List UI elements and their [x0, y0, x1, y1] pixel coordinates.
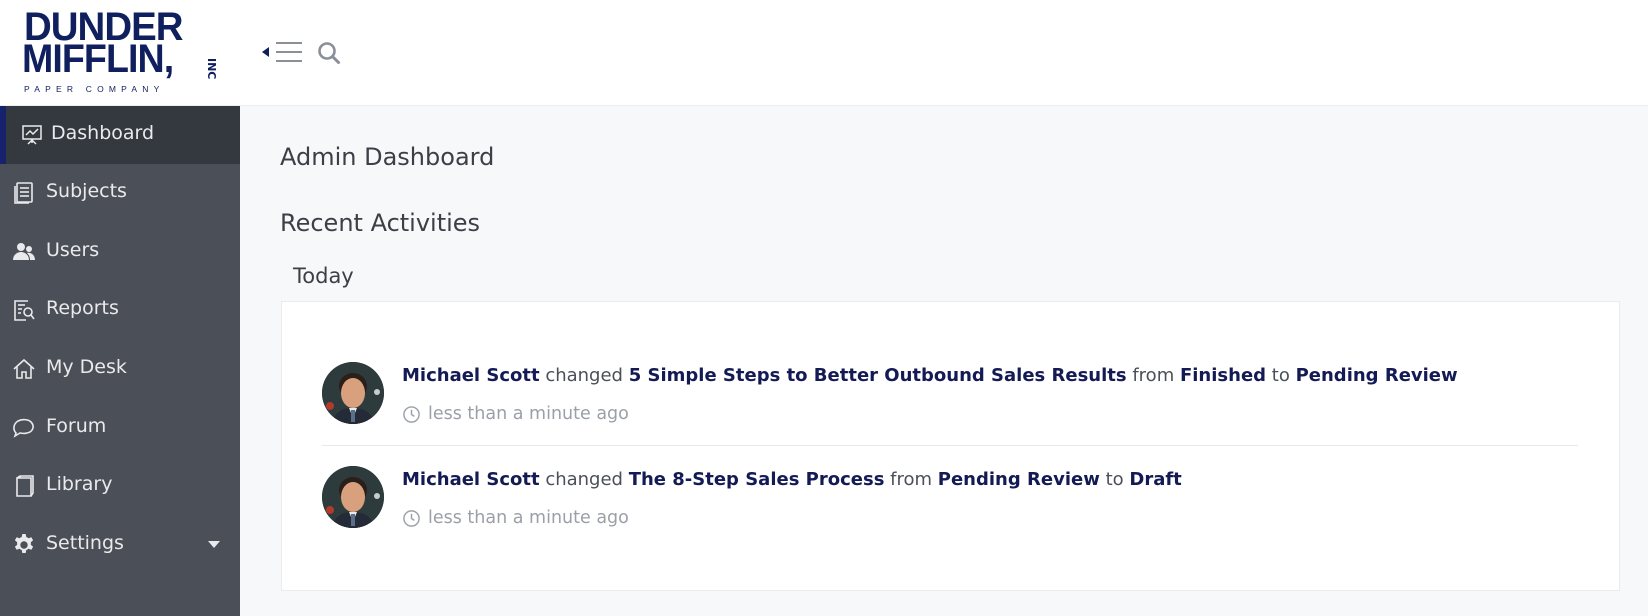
sidebar-item-subjects[interactable]: Subjects [0, 164, 240, 222]
divider [322, 445, 1578, 446]
book-icon [12, 474, 36, 498]
report-search-icon [12, 298, 36, 322]
dunder-mifflin-logo[interactable]: DUNDER MIFFLIN, INC PAPER COMPANY [22, 7, 222, 94]
sidebar-item-users[interactable]: Users [0, 223, 240, 281]
sidebar-item-label: Users [46, 239, 100, 261]
sidebar-item-library[interactable]: Library [0, 457, 240, 515]
sidebar-item-forum[interactable]: Forum [0, 399, 240, 457]
sidebar-item-settings[interactable]: Settings [0, 516, 240, 574]
sidebar-item-label: Forum [46, 415, 107, 437]
presentation-chart-icon [20, 123, 44, 147]
from-status: Pending Review [937, 469, 1100, 490]
logo-tagline: PAPER COMPANY [24, 84, 165, 94]
activity-item: Michael Scott changed The 8-Step Sales P… [322, 466, 1582, 570]
activity-text: Michael Scott changed The 8-Step Sales P… [402, 469, 1182, 490]
day-group-label: Today [293, 264, 354, 288]
to-status: Draft [1129, 469, 1182, 490]
users-icon [12, 240, 36, 264]
activity-timestamp: less than a minute ago [402, 508, 629, 528]
timestamp-text: less than a minute ago [428, 508, 629, 528]
sidebar-item-label: Library [46, 473, 113, 495]
sidebar-item-label: Reports [46, 297, 119, 319]
clock-icon [403, 405, 420, 423]
to-word: to [1105, 469, 1124, 490]
section-title: Recent Activities [280, 209, 481, 237]
sidebar-item-label: Settings [46, 532, 124, 554]
avatar[interactable] [322, 466, 384, 528]
activity-verb: changed [545, 469, 623, 490]
sidebar: Dashboard Subjects Users Reports My Desk… [0, 106, 240, 616]
logo-inc: INC [205, 58, 218, 80]
sidebar-item-label: Dashboard [51, 122, 155, 144]
from-word: from [890, 469, 933, 490]
gear-icon [12, 533, 36, 557]
timestamp-text: less than a minute ago [428, 404, 629, 424]
clock-icon [403, 509, 420, 527]
chevron-down-icon [208, 541, 220, 548]
to-status: Pending Review [1295, 365, 1458, 386]
home-icon [12, 357, 36, 381]
activity-timestamp: less than a minute ago [402, 404, 629, 424]
logo-line-2: MIFFLIN, [22, 37, 174, 81]
activity-feed-card: Michael Scott changed 5 Simple Steps to … [281, 301, 1620, 591]
user-link[interactable]: Michael Scott [402, 365, 540, 386]
sidebar-item-reports[interactable]: Reports [0, 281, 240, 339]
sidebar-item-label: My Desk [46, 356, 127, 378]
from-status: Finished [1179, 365, 1267, 386]
activity-item: Michael Scott changed 5 Simple Steps to … [322, 362, 1582, 466]
sidebar-item-label: Subjects [46, 180, 127, 202]
activity-text: Michael Scott changed 5 Simple Steps to … [402, 365, 1458, 386]
document-list-icon [12, 181, 36, 205]
chat-bubble-icon [12, 416, 36, 440]
to-word: to [1271, 365, 1290, 386]
search-icon[interactable] [316, 40, 342, 66]
menu-toggle-icon[interactable] [262, 38, 306, 66]
top-header: DUNDER MIFFLIN, INC PAPER COMPANY [0, 0, 1648, 106]
subject-link[interactable]: The 8-Step Sales Process [629, 469, 885, 490]
avatar[interactable] [322, 362, 384, 424]
subject-link[interactable]: 5 Simple Steps to Better Outbound Sales … [629, 365, 1127, 386]
sidebar-item-dashboard[interactable]: Dashboard [0, 106, 240, 164]
from-word: from [1132, 365, 1175, 386]
user-link[interactable]: Michael Scott [402, 469, 540, 490]
activity-verb: changed [545, 365, 623, 386]
sidebar-item-my-desk[interactable]: My Desk [0, 340, 240, 398]
page-title: Admin Dashboard [280, 143, 495, 171]
